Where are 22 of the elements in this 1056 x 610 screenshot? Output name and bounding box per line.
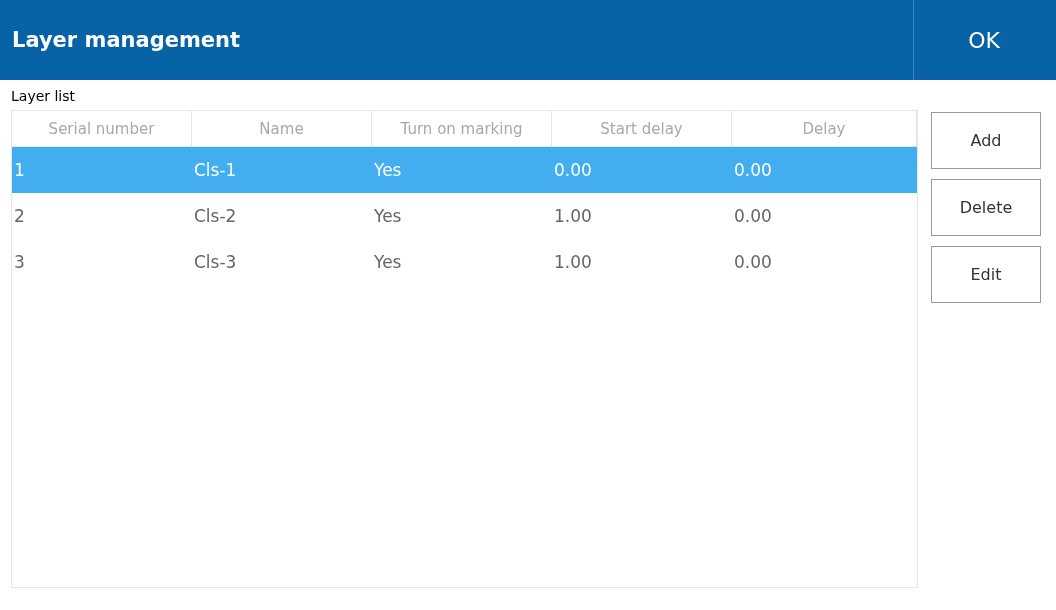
table-cell-text: 0.00 <box>733 159 773 182</box>
table-row[interactable]: 3 Cls-3 Yes 1.00 0.00 <box>12 239 917 285</box>
table-row[interactable]: 2 Cls-2 Yes 1.00 0.00 <box>12 193 917 239</box>
table-cell-text: Cls-2 <box>193 205 238 228</box>
table-cell-text: 3 <box>13 251 26 274</box>
action-button[interactable]: Edit <box>931 246 1041 303</box>
table-cell-text: 1.00 <box>553 251 593 274</box>
table-cell-text: Yes <box>373 251 403 274</box>
table-cell-text: Cls-1 <box>193 159 238 182</box>
action-button[interactable]: Add <box>931 112 1041 169</box>
layer-list-label: Layer list <box>11 87 77 106</box>
table-cell-text: Yes <box>373 159 403 182</box>
table-cell-text: Yes <box>373 205 403 228</box>
action-button[interactable]: Delete <box>931 179 1041 236</box>
table-cell-text: 2 <box>13 205 26 228</box>
table-cell-text: 1.00 <box>553 205 593 228</box>
table-cell-text: 0.00 <box>733 251 773 274</box>
table-cell-text: 0.00 <box>553 159 593 182</box>
table-cell-text: 1 <box>13 159 26 182</box>
window-title: Layer management <box>11 27 242 54</box>
table-cell-text: Cls-3 <box>193 251 238 274</box>
table-cell-text: 0.00 <box>733 205 773 228</box>
